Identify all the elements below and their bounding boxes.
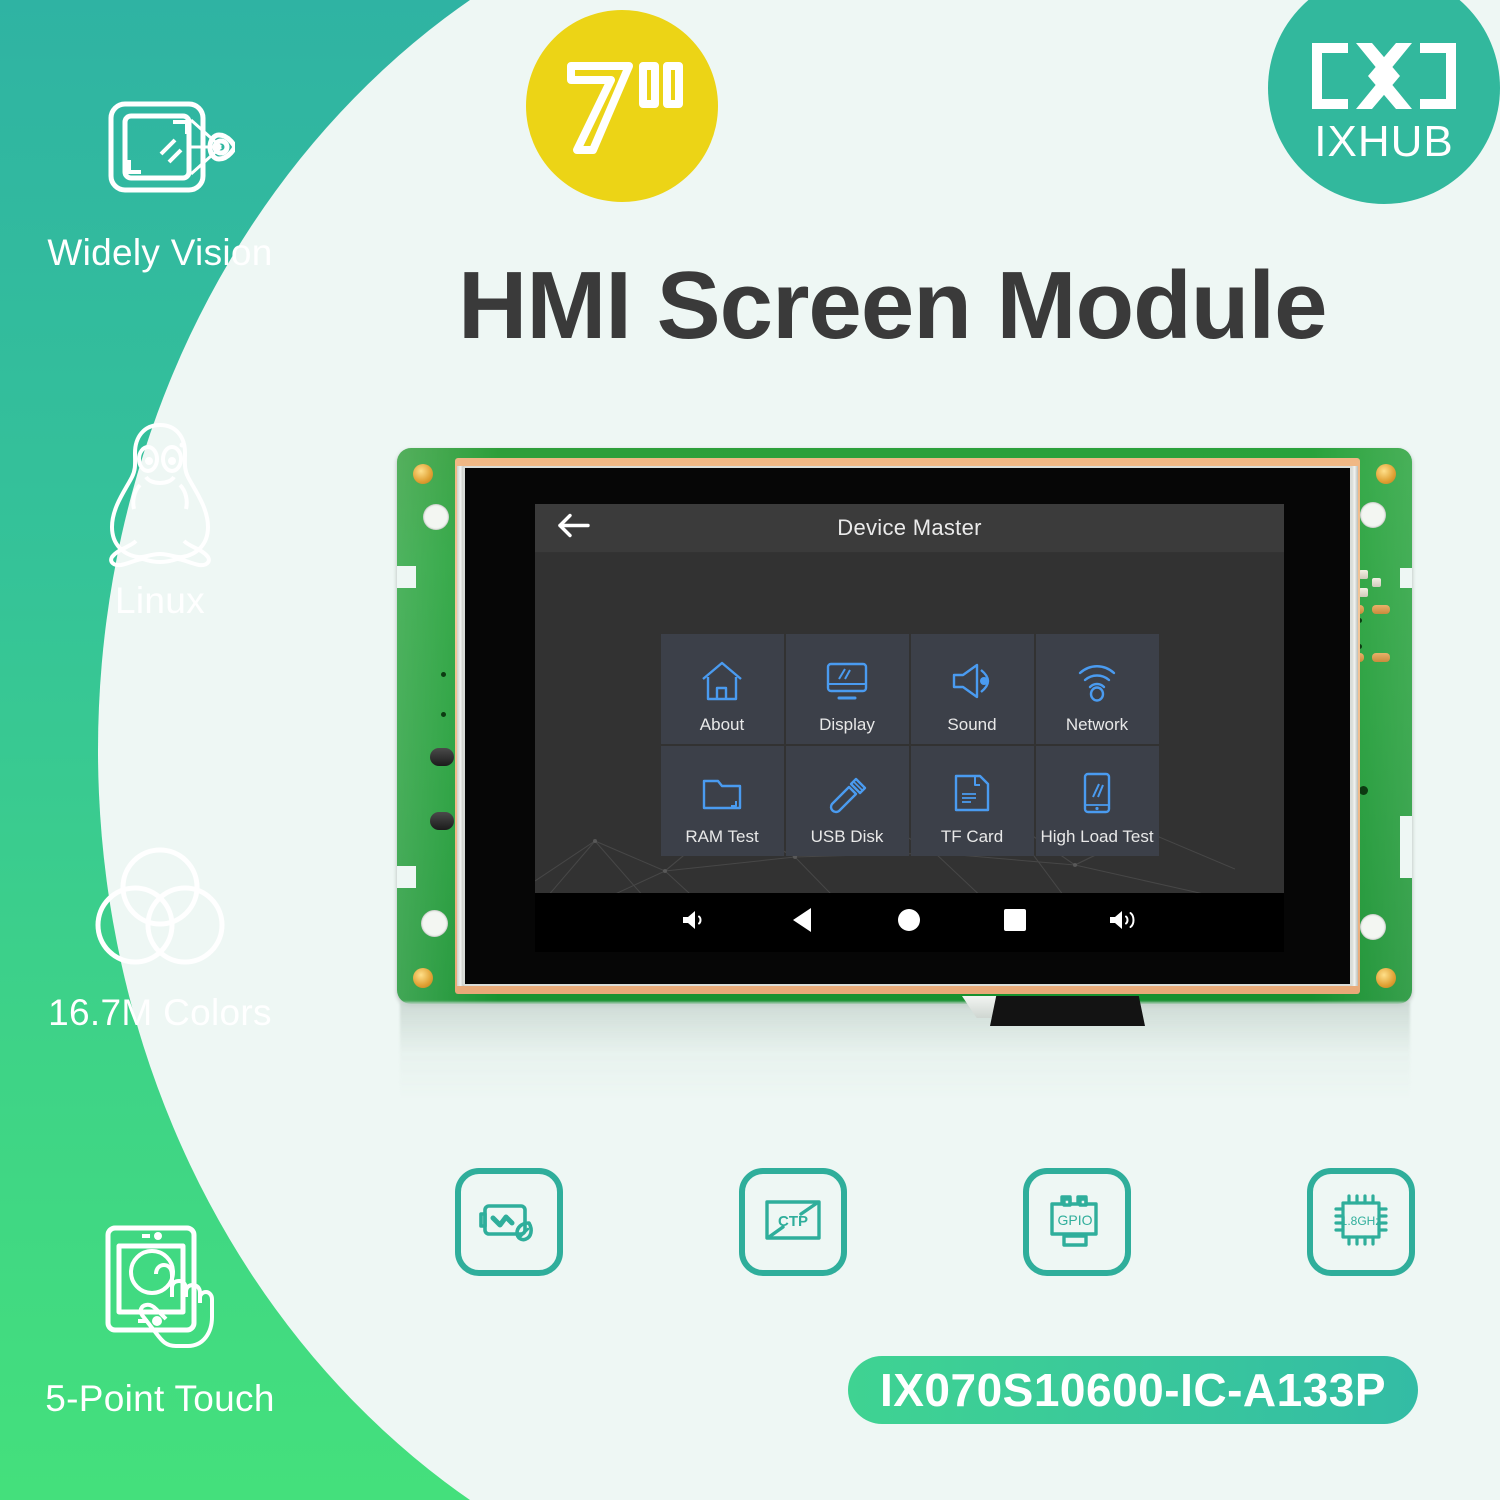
tile-sound[interactable]: Sound (910, 634, 1034, 744)
device-screen: Device Master About Display Sound Networ… (535, 504, 1284, 952)
feature-label: 5-Point Touch (45, 1378, 275, 1419)
lcd-module: Device Master About Display Sound Networ… (463, 466, 1352, 986)
pcb-via (441, 672, 446, 677)
model-number-badge: IX070S10600-IC-A133P (848, 1356, 1418, 1424)
tile-label: Sound (947, 714, 997, 734)
pcb-pad (1372, 605, 1390, 614)
pcb-notch (1400, 568, 1412, 588)
app-title: Device Master (837, 515, 982, 540)
linux-penguin-icon (0, 420, 320, 570)
product-image: Device Master About Display Sound Networ… (397, 448, 1412, 1004)
spec-icon-row: CTP GPIO 1.8GHz (455, 1168, 1415, 1280)
pcb-mount-hole (421, 910, 448, 937)
feature-item-linux: Linux (0, 420, 320, 622)
brand-wordmark: IXHUB (1314, 116, 1454, 166)
pcb-notch (397, 866, 416, 888)
monitor-icon (824, 652, 870, 710)
svg-text:1.8GHz: 1.8GHz (1341, 1214, 1382, 1228)
pcb-pad (1376, 464, 1396, 484)
home-circle-icon[interactable] (897, 908, 921, 937)
usb-flash-drive-icon (825, 764, 869, 822)
pcb-smd (1372, 578, 1381, 587)
pcb-pad (1372, 653, 1390, 662)
pcb-via (441, 712, 446, 717)
pcb-pad (1376, 968, 1396, 988)
app-top-bar: Device Master (535, 504, 1284, 553)
tile-tf-card[interactable]: TF Card (910, 746, 1034, 856)
tile-high-load-test[interactable]: High Load Test (1035, 746, 1159, 856)
tile-network[interactable]: Network (1035, 634, 1159, 744)
feature-label: Widely Vision (47, 232, 273, 273)
home-icon (700, 652, 744, 710)
pcb-mount-hole (423, 504, 449, 530)
svg-text:CTP: CTP (778, 1213, 808, 1230)
hand-touch-screen-icon (0, 1218, 320, 1368)
spec-cpu: 1.8GHz (1307, 1168, 1415, 1276)
three-circles-icon (0, 832, 320, 982)
feature-label: 16.7M Colors (48, 992, 272, 1033)
tile-label: USB Disk (810, 826, 884, 846)
feature-label: Linux (115, 580, 205, 621)
lcd-rim-right (1351, 466, 1358, 986)
pcb-pad (413, 464, 433, 484)
spec-gpio: GPIO (1023, 1168, 1131, 1276)
page-title: HMI Screen Module (458, 252, 1327, 359)
pcb-notch (1400, 816, 1412, 878)
speaker-icon (949, 652, 995, 710)
tile-label: High Load Test (1040, 826, 1154, 846)
pcb-pad (413, 968, 433, 988)
feature-list: Widely Vision Linux 16.7M Colors 5-Point… (0, 0, 320, 1500)
screen-eye-icon (0, 72, 320, 222)
folder-icon (700, 764, 744, 822)
pcb-smd (1359, 570, 1368, 579)
feature-item-colors: 16.7M Colors (0, 832, 320, 1034)
pcb-mount-hole (1360, 914, 1386, 940)
tile-label: Display (819, 714, 875, 734)
product-reflection (400, 1002, 1410, 1097)
pcb-component (430, 812, 454, 830)
android-nav-bar (535, 893, 1284, 952)
ctp-touch-panel-icon: CTP (761, 1194, 825, 1251)
cpu-chip-icon: 1.8GHz (1330, 1190, 1392, 1255)
volume-up-icon[interactable] (1108, 908, 1138, 937)
volume-down-icon[interactable] (681, 908, 709, 937)
pcb-via (1359, 786, 1368, 795)
spec-ctp: CTP (739, 1168, 847, 1276)
pcb-notch (397, 566, 416, 588)
pcb-component (430, 748, 454, 766)
pcb-mount-hole (1360, 502, 1386, 528)
floppy-sd-card-icon (951, 764, 993, 822)
tile-label: About (699, 714, 745, 734)
tile-about[interactable]: About (660, 634, 784, 744)
recents-square-icon[interactable] (1003, 909, 1026, 936)
tile-ram-test[interactable]: RAM Test (660, 746, 784, 856)
tablet-device-icon (1079, 764, 1115, 822)
pcb-smd (1359, 588, 1368, 597)
feature-item-widely-vision: Widely Vision (0, 72, 320, 274)
back-triangle-icon[interactable] (791, 907, 815, 938)
tile-display[interactable]: Display (785, 634, 909, 744)
size-badge (526, 10, 718, 202)
fpc-connector (990, 996, 1145, 1026)
model-number-text: IX070S10600-IC-A133P (879, 1364, 1387, 1416)
settings-grid: About Display Sound Network RAM Test USB… (660, 634, 1159, 856)
low-power-battery-leaf-icon (477, 1194, 541, 1251)
svg-text:GPIO: GPIO (1057, 1212, 1092, 1228)
product-banner: Widely Vision Linux 16.7M Colors 5-Point… (0, 0, 1500, 1500)
back-arrow-icon[interactable] (557, 513, 590, 544)
tile-label: RAM Test (685, 826, 759, 846)
tile-label: Network (1065, 714, 1129, 734)
tile-label: TF Card (940, 826, 1004, 846)
feature-item-touch: 5-Point Touch (0, 1218, 320, 1420)
app-body: About Display Sound Network RAM Test USB… (535, 553, 1284, 931)
spec-low-power (455, 1168, 563, 1276)
tile-usb-disk[interactable]: USB Disk (785, 746, 909, 856)
gpio-connector-icon: GPIO (1046, 1191, 1108, 1254)
brackets-x-icon (1308, 39, 1460, 118)
wifi-signal-icon (1076, 652, 1118, 710)
